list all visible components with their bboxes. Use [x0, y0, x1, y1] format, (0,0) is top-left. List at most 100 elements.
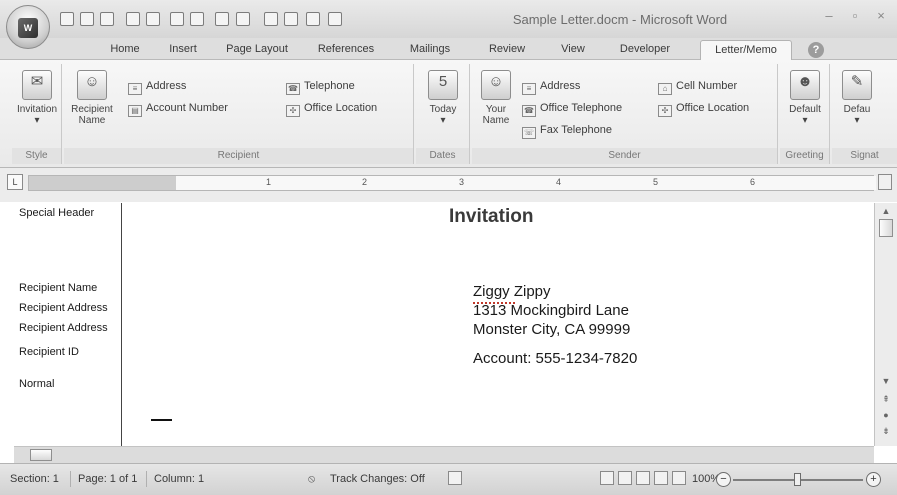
column-indicator[interactable]: Column: 1	[154, 473, 204, 485]
office-button[interactable]: W	[6, 5, 50, 49]
close-button[interactable]: ×	[872, 9, 890, 23]
zoom-out-icon[interactable]: −	[716, 472, 731, 487]
full-screen-reading-view-icon[interactable]	[618, 471, 632, 485]
outline-view-icon[interactable]	[654, 471, 668, 485]
print-icon[interactable]	[170, 12, 184, 26]
track-changes-indicator[interactable]: Track Changes: Off	[330, 473, 425, 485]
zoom-slider-knob[interactable]	[794, 473, 801, 486]
recipient-name-button[interactable]: ☺ Recipient Name	[70, 70, 114, 126]
select-browse-object-icon[interactable]: ●	[879, 409, 893, 421]
today-button[interactable]: 5 Today ▾	[420, 70, 466, 126]
style-name: Recipient ID	[19, 346, 79, 358]
signature-default-label: Defau	[843, 104, 871, 115]
tab-insert[interactable]: Insert	[162, 43, 204, 60]
signature-pen-icon: ✎	[842, 70, 872, 100]
page-indicator[interactable]: Page: 1 of 1	[78, 473, 137, 485]
zoom-slider[interactable]	[733, 473, 863, 486]
invitation-button[interactable]: ✉ Invitation ▾	[14, 70, 60, 126]
ruler-number: 1	[266, 177, 272, 187]
draft-view-icon[interactable]	[672, 471, 686, 485]
minimize-button[interactable]: –	[820, 9, 838, 23]
office-location-icon: ✣	[286, 105, 300, 117]
section-indicator[interactable]: Section: 1	[10, 473, 59, 485]
open-folder-icon[interactable]	[100, 12, 114, 26]
your-name-button[interactable]: ☺ Your Name	[476, 70, 516, 126]
redo-icon[interactable]	[146, 12, 160, 26]
sender-address-button[interactable]: ≡ Address	[522, 78, 580, 95]
tab-mailings[interactable]: Mailings	[404, 43, 456, 60]
new-document-icon[interactable]	[60, 12, 74, 26]
zoom-in-icon[interactable]: +	[866, 472, 881, 487]
cell-number-button[interactable]: ⌂ Cell Number	[658, 78, 737, 95]
office-telephone-button[interactable]: ☎ Office Telephone	[522, 100, 622, 117]
tab-references[interactable]: References	[310, 43, 382, 60]
next-page-icon[interactable]: ⇟	[879, 425, 893, 437]
maximize-button[interactable]: ▫	[846, 9, 864, 23]
tab-stop-selector-icon[interactable]: L	[7, 174, 23, 190]
end-of-document-mark	[151, 419, 172, 421]
print-layout-view-icon[interactable]	[600, 471, 614, 485]
scroll-down-icon[interactable]: ▼	[879, 375, 893, 387]
tab-page-layout[interactable]: Page Layout	[218, 43, 296, 60]
dates-group-label: Dates	[416, 148, 469, 164]
window-title: Sample Letter.docm - Microsoft Word	[512, 12, 728, 27]
recipient-telephone-button[interactable]: ☎ Telephone	[286, 78, 355, 95]
tab-view[interactable]: View	[555, 43, 591, 60]
style-area-pane: Special Header Recipient Name Recipient …	[14, 203, 122, 446]
fax-telephone-button[interactable]: ☏ Fax Telephone	[522, 122, 612, 139]
draw-icon[interactable]	[284, 12, 298, 26]
sender-office-location-button[interactable]: ✣ Office Location	[658, 100, 749, 117]
horizontal-scrollbar[interactable]	[14, 446, 874, 463]
window-layout-icon[interactable]	[306, 12, 320, 26]
recipient-group: ☺ Recipient Name ≡ Address ▤ Account Numbe…	[64, 64, 414, 164]
track-changes-icon[interactable]	[236, 12, 250, 26]
ruler-row: L 1 2 3 4 5 6	[0, 168, 897, 202]
status-separator	[70, 471, 71, 487]
dates-group: 5 Today ▾ Dates	[416, 64, 470, 164]
ribbon: ✉ Invitation ▾ Style ☺ Recipient Name ≡ Ad…	[0, 60, 897, 168]
greeting-default-button[interactable]: ☻ Default ▾	[782, 70, 828, 126]
vertical-scrollbar[interactable]: ▲ ▼ ⇞ ● ⇟	[874, 203, 897, 446]
recipient-address-text: Monster City, CA 99999	[473, 321, 631, 338]
tab-letter-memo[interactable]: Letter/Memo	[700, 40, 792, 61]
tab-developer[interactable]: Developer	[614, 43, 676, 60]
style-name: Recipient Address	[19, 322, 108, 334]
greeting-group: ☻ Default ▾ Greeting	[780, 64, 830, 164]
title-bar: Sample Letter.docm - Microsoft Word – ▫ …	[0, 0, 897, 38]
save-icon[interactable]	[80, 12, 94, 26]
tab-home[interactable]: Home	[104, 43, 146, 60]
web-layout-view-icon[interactable]	[636, 471, 650, 485]
insert-table-icon[interactable]	[215, 12, 229, 26]
scroll-up-icon[interactable]: ▲	[879, 205, 893, 217]
sender-office-location-icon: ✣	[658, 105, 672, 117]
tab-review[interactable]: Review	[484, 43, 530, 60]
greeting-icon: ☻	[790, 70, 820, 100]
undo-icon[interactable]	[126, 12, 140, 26]
previous-page-icon[interactable]: ⇞	[879, 393, 893, 405]
sender-group: ☺ Your Name ≡ Address ☎ Office Telephone ☏…	[472, 64, 778, 164]
spelling-icon[interactable]	[190, 12, 204, 26]
help-icon[interactable]: ?	[808, 42, 824, 58]
proofing-icon[interactable]: ⦸	[308, 473, 315, 486]
style-group-label: Style	[12, 148, 61, 164]
switch-window-icon[interactable]	[328, 12, 342, 26]
recipient-office-location-button[interactable]: ✣ Office Location	[286, 100, 377, 117]
signature-group: ✎ Defau ▾ Signat	[832, 64, 897, 164]
view-ruler-icon[interactable]	[878, 174, 892, 190]
macro-record-icon[interactable]	[448, 471, 462, 485]
recipient-group-label: Recipient	[64, 148, 413, 164]
fax-telephone-icon: ☏	[522, 127, 536, 139]
vertical-scroll-thumb[interactable]	[879, 219, 893, 237]
today-label: Today	[429, 104, 457, 115]
document-page[interactable]: Invitation Ziggy Zippy 1313 Mockingbird …	[123, 203, 873, 446]
recipient-address-button[interactable]: ≡ Address	[128, 78, 186, 95]
horizontal-ruler[interactable]: 1 2 3 4 5 6	[28, 175, 876, 191]
ruler-text-area	[176, 176, 876, 190]
account-number-button[interactable]: ▤ Account Number	[128, 100, 228, 117]
signature-default-button[interactable]: ✎ Defau ▾	[834, 70, 880, 126]
horizontal-scroll-thumb[interactable]	[30, 449, 52, 461]
status-separator	[146, 471, 147, 487]
abc-check-icon[interactable]	[264, 12, 278, 26]
style-name: Recipient Address	[19, 302, 108, 314]
sender-address-icon: ≡	[522, 83, 536, 95]
